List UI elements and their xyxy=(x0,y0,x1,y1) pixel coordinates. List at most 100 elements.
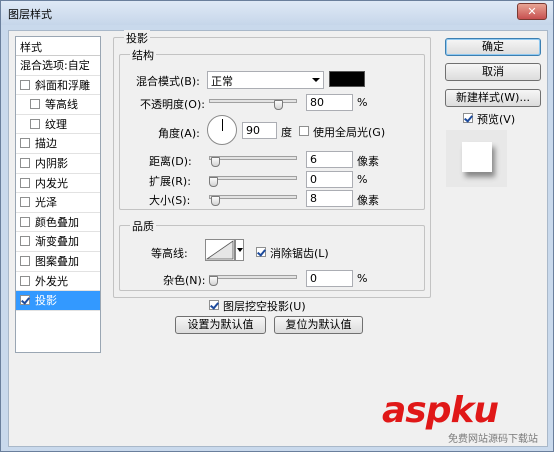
spread-unit: % xyxy=(357,173,368,186)
angle-dial[interactable] xyxy=(207,115,237,145)
style-item-label: 外发光 xyxy=(35,274,68,288)
blend-mode-value: 正常 xyxy=(211,75,233,88)
noise-input[interactable]: 0 xyxy=(306,270,353,287)
style-item-label: 等高线 xyxy=(45,98,78,112)
style-item-checkbox[interactable] xyxy=(20,177,30,188)
ok-button[interactable]: 确定 xyxy=(445,38,541,56)
chevron-down-icon xyxy=(237,248,243,252)
opacity-slider-handle[interactable] xyxy=(274,100,284,110)
spread-input[interactable]: 0 xyxy=(306,171,353,188)
style-item-checkbox[interactable] xyxy=(20,157,30,168)
noise-slider-track[interactable] xyxy=(209,275,297,279)
blend-options-item[interactable]: 混合选项:自定 xyxy=(16,56,100,76)
angle-input[interactable]: 90 xyxy=(242,122,277,139)
style-item[interactable]: 投影 xyxy=(16,291,100,311)
distance-unit: 像素 xyxy=(357,155,379,168)
shadow-color-swatch[interactable] xyxy=(329,71,365,87)
watermark-caption: 免费网站源码下载站 xyxy=(448,434,538,445)
style-item[interactable]: 等高线 xyxy=(16,95,100,115)
style-item[interactable]: 外发光 xyxy=(16,272,100,292)
style-item-checkbox[interactable] xyxy=(20,197,30,208)
dialog-client-area: 样式 混合选项:自定 斜面和浮雕等高线纹理描边内阴影内发光光泽颜色叠加渐变叠加图… xyxy=(8,30,548,447)
distance-label: 距离(D): xyxy=(149,155,192,168)
knockout-label: 图层挖空投影(U) xyxy=(223,300,306,313)
angle-unit: 度 xyxy=(281,126,292,139)
noise-unit: % xyxy=(357,272,368,285)
style-item-label: 描边 xyxy=(35,137,57,151)
antialias-label: 消除锯齿(L) xyxy=(270,247,329,260)
opacity-slider-track[interactable] xyxy=(209,99,297,103)
style-item-label: 内发光 xyxy=(35,176,68,190)
style-preview xyxy=(446,130,507,187)
style-item-label: 颜色叠加 xyxy=(35,215,79,229)
style-item-label: 内阴影 xyxy=(35,156,68,170)
preview-checkbox[interactable] xyxy=(463,113,473,123)
opacity-input[interactable]: 80 xyxy=(306,94,353,111)
chevron-down-icon xyxy=(312,78,320,82)
contour-picker[interactable] xyxy=(205,239,235,261)
style-item-checkbox[interactable] xyxy=(20,216,30,227)
angle-indicator xyxy=(222,119,223,131)
size-unit: 像素 xyxy=(357,194,379,207)
contour-label: 等高线: xyxy=(151,247,188,260)
spread-slider-track[interactable] xyxy=(209,176,297,180)
styles-list: 样式 混合选项:自定 斜面和浮雕等高线纹理描边内阴影内发光光泽颜色叠加渐变叠加图… xyxy=(15,36,101,353)
style-item[interactable]: 内阴影 xyxy=(16,154,100,174)
style-item-checkbox[interactable] xyxy=(20,138,30,149)
style-item[interactable]: 渐变叠加 xyxy=(16,232,100,252)
opacity-unit: % xyxy=(357,96,368,109)
style-item[interactable]: 图案叠加 xyxy=(16,252,100,272)
style-item-label: 图案叠加 xyxy=(35,254,79,268)
reset-default-button[interactable]: 复位为默认值 xyxy=(274,316,363,334)
style-item-checkbox[interactable] xyxy=(30,118,40,129)
style-item[interactable]: 光泽 xyxy=(16,193,100,213)
close-button[interactable]: ✕ xyxy=(517,3,547,20)
noise-label: 杂色(N): xyxy=(163,274,206,287)
global-light-label: 使用全局光(G) xyxy=(313,126,386,139)
distance-slider-handle[interactable] xyxy=(211,157,220,167)
style-item-checkbox[interactable] xyxy=(20,236,30,247)
opacity-label: 不透明度(O): xyxy=(140,98,205,111)
style-item[interactable]: 内发光 xyxy=(16,174,100,194)
styles-header[interactable]: 样式 xyxy=(16,37,100,56)
style-item-checkbox[interactable] xyxy=(20,295,30,306)
style-item-label: 纹理 xyxy=(45,117,67,131)
size-slider-handle[interactable] xyxy=(211,196,220,206)
size-slider-track[interactable] xyxy=(209,195,297,199)
watermark-logo: aspku xyxy=(382,390,499,431)
antialias-checkbox[interactable] xyxy=(256,247,266,257)
contour-dropdown-button[interactable] xyxy=(235,239,244,261)
style-item[interactable]: 颜色叠加 xyxy=(16,213,100,233)
window-title: 图层样式 xyxy=(8,8,52,21)
cancel-button[interactable]: 取消 xyxy=(445,63,541,81)
preview-thumbnail xyxy=(462,142,492,172)
style-item-label: 光泽 xyxy=(35,196,57,210)
drop-shadow-title: 投影 xyxy=(124,30,150,46)
size-label: 大小(S): xyxy=(149,194,191,207)
layer-style-dialog: 图层样式 ✕ 样式 混合选项:自定 斜面和浮雕等高线纹理描边内阴影内发光光泽颜色… xyxy=(0,0,554,452)
style-item[interactable]: 斜面和浮雕 xyxy=(16,76,100,96)
style-item-checkbox[interactable] xyxy=(30,99,40,110)
spread-label: 扩展(R): xyxy=(149,175,191,188)
style-item-label: 渐变叠加 xyxy=(35,235,79,249)
size-input[interactable]: 8 xyxy=(306,190,353,207)
contour-curve-icon xyxy=(205,240,234,260)
set-default-button[interactable]: 设置为默认值 xyxy=(175,316,266,334)
style-item-checkbox[interactable] xyxy=(20,79,30,90)
style-item-label: 斜面和浮雕 xyxy=(35,78,90,92)
style-item-checkbox[interactable] xyxy=(20,255,30,266)
title-bar: 图层样式 ✕ xyxy=(1,1,553,25)
spread-slider-handle[interactable] xyxy=(209,177,218,187)
global-light-checkbox[interactable] xyxy=(299,126,309,136)
style-item-label: 投影 xyxy=(35,294,57,308)
blend-mode-select[interactable]: 正常 xyxy=(207,71,324,89)
style-item[interactable]: 描边 xyxy=(16,134,100,154)
noise-slider-handle[interactable] xyxy=(209,276,218,286)
style-item-checkbox[interactable] xyxy=(20,275,30,286)
new-style-button[interactable]: 新建样式(W)... xyxy=(445,89,541,107)
distance-slider-track[interactable] xyxy=(209,156,297,160)
style-item[interactable]: 纹理 xyxy=(16,115,100,135)
structure-title: 结构 xyxy=(130,47,156,63)
distance-input[interactable]: 6 xyxy=(306,151,353,168)
knockout-checkbox[interactable] xyxy=(209,300,219,310)
